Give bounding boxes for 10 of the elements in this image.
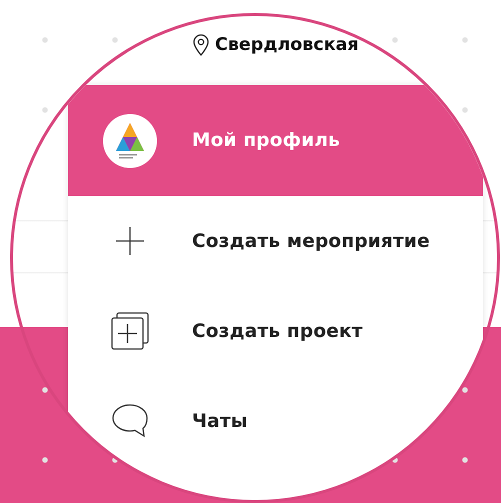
profile-menu-item[interactable]: Мой профиль [68,85,483,196]
menu-item[interactable]: Чаты [68,376,483,466]
region-selector[interactable]: Свердловская [215,35,359,55]
logo-icon [102,112,158,168]
menu-item[interactable]: Создать мероприятие [68,196,483,286]
plus-icon [115,226,145,256]
chat-bubble-icon [112,404,148,438]
add-project-icon [111,312,149,350]
location-pin-icon [193,34,209,56]
menu-item[interactable]: Создать проект [68,286,483,376]
